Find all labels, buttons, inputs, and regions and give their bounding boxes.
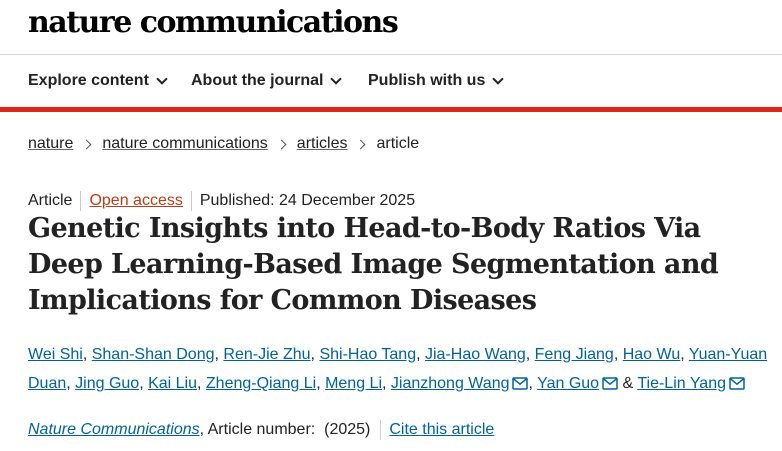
article-number: , Article number: (2025) <box>199 421 371 438</box>
chevron-down-icon <box>330 72 343 85</box>
breadcrumb-current: article <box>376 135 420 152</box>
nav-explore-content-label: Explore content <box>28 72 149 89</box>
breadcrumb: nature nature communications articles ar… <box>28 135 419 153</box>
published-date: Published: 24 December 2025 <box>199 192 416 209</box>
cite-divider <box>380 420 382 440</box>
breadcrumb-nature-communications[interactable]: nature communications <box>102 135 267 153</box>
main-nav: Explore content About the journal Publis… <box>0 55 782 107</box>
article-type: Article <box>28 192 73 209</box>
chevron-right-icon <box>356 139 366 149</box>
chevron-right-icon <box>276 139 287 149</box>
chevron-right-icon <box>81 139 92 149</box>
nav-about-journal-label: About the journal <box>191 72 324 89</box>
article-title: Genetic Insights into Head-to-Body Ratio… <box>28 213 719 316</box>
journal-link[interactable]: Nature Communications <box>28 421 200 439</box>
author-link[interactable]: Yan Guo <box>537 375 599 392</box>
author-link[interactable]: Kai Liu <box>148 375 197 392</box>
author-link[interactable]: Hao Wu <box>623 346 681 363</box>
email-icon[interactable] <box>512 377 529 390</box>
nav-publish-with-us-label: Publish with us <box>368 72 486 89</box>
chevron-down-icon <box>492 72 505 85</box>
author-link[interactable]: Meng Li <box>325 375 382 392</box>
breadcrumb-nature[interactable]: nature <box>28 135 73 153</box>
author-list: Wei Shi, Shan-Shan Dong, Ren-Jie Zhu, Sh… <box>28 346 768 392</box>
email-icon[interactable] <box>729 377 745 390</box>
author-link[interactable]: Feng Jiang <box>535 346 614 363</box>
author-link[interactable]: Jia-Hao Wang <box>425 346 526 363</box>
author-link[interactable]: Wei Shi <box>28 346 83 363</box>
citation-line: Nature Communications , Article number: … <box>28 420 494 440</box>
site-header: nature communications <box>0 0 782 55</box>
nav-explore-content[interactable]: Explore content <box>28 72 168 90</box>
open-access-link[interactable]: Open access <box>89 192 182 210</box>
breadcrumb-articles[interactable]: articles <box>297 135 348 153</box>
author-link[interactable]: Jianzhong Wang <box>391 375 510 392</box>
meta-divider <box>80 191 82 211</box>
author-link[interactable]: Zheng-Qiang Li <box>206 375 316 392</box>
article-meta: Article Open access Published: 24 Decemb… <box>28 191 415 211</box>
cite-this-article-link[interactable]: Cite this article <box>389 421 494 439</box>
nav-publish-with-us[interactable]: Publish with us <box>368 72 505 90</box>
author-link[interactable]: Ren-Jie Zhu <box>223 346 310 363</box>
author-link[interactable]: Shi-Hao Tang <box>319 346 416 363</box>
chevron-down-icon <box>156 72 168 85</box>
journal-logo[interactable]: nature communications <box>28 5 399 40</box>
author-link[interactable]: Shan-Shan Dong <box>92 346 215 363</box>
nav-about-journal[interactable]: About the journal <box>191 72 343 90</box>
author-link[interactable]: Tie-Lin Yang <box>637 375 726 392</box>
email-icon[interactable] <box>602 377 618 390</box>
meta-divider <box>190 191 192 211</box>
header-accent-bar <box>0 107 782 112</box>
author-link[interactable]: Jing Guo <box>75 375 139 392</box>
